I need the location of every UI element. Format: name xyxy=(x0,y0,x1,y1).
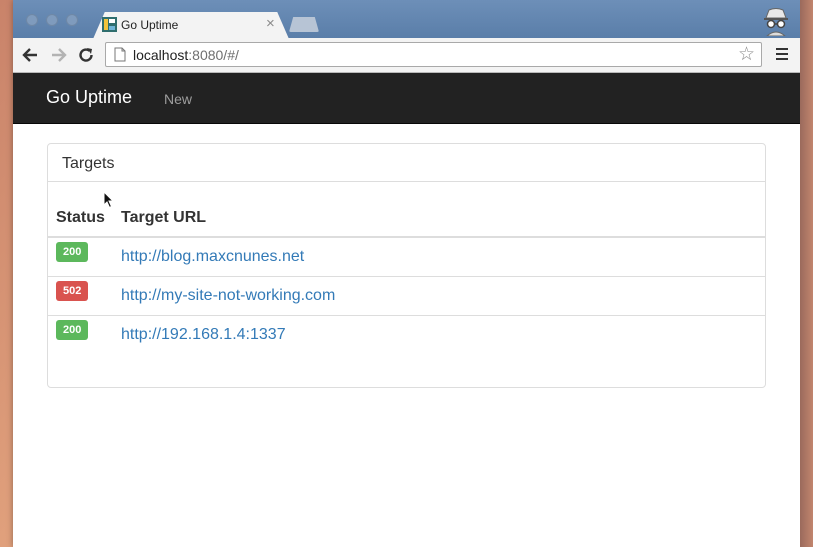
table-header-row: Status Target URL xyxy=(48,199,765,238)
tab-close-icon[interactable]: × xyxy=(266,15,275,33)
app-navbar: Go Uptime New xyxy=(13,73,800,124)
back-arrow-icon[interactable] xyxy=(21,45,41,65)
url-text[interactable]: localhost:8080/#/ xyxy=(133,47,239,63)
url-path: :8080/#/ xyxy=(188,47,239,63)
url-cell: http://blog.maxcnunes.net xyxy=(113,237,765,277)
column-header-target-url: Target URL xyxy=(113,199,765,238)
page-content: Go Uptime New Targets Status Target URL … xyxy=(13,73,800,547)
address-bar[interactable]: localhost:8080/#/ ☆ xyxy=(105,42,762,67)
table-row: 200 http://192.168.1.4:1337 xyxy=(48,315,765,354)
status-badge: 200 xyxy=(56,242,89,262)
zoom-window-button[interactable] xyxy=(66,14,78,26)
target-url-link[interactable]: http://my-site-not-working.com xyxy=(121,287,335,304)
table-row: 200 http://blog.maxcnunes.net xyxy=(48,237,765,277)
status-cell: 200 xyxy=(48,237,113,277)
browser-window: Go Uptime × localhost:8080/#/ ☆ Go Uptim… xyxy=(13,0,800,547)
reload-icon[interactable] xyxy=(76,45,96,65)
url-host: localhost xyxy=(133,47,189,63)
close-window-button[interactable] xyxy=(26,14,38,26)
minimize-window-button[interactable] xyxy=(46,14,58,26)
panel-title: Targets xyxy=(62,155,115,172)
status-badge: 502 xyxy=(56,281,89,301)
status-cell: 200 xyxy=(48,315,113,354)
panel-heading: Targets xyxy=(48,144,765,182)
browser-titlebar: Go Uptime × xyxy=(13,0,800,39)
brand-link[interactable]: Go Uptime xyxy=(46,87,132,108)
browser-toolbar: localhost:8080/#/ ☆ xyxy=(13,38,800,73)
targets-panel: Targets Status Target URL 200 http://blo… xyxy=(47,143,766,388)
forward-arrow-icon[interactable] xyxy=(48,45,68,65)
url-cell: http://my-site-not-working.com xyxy=(113,276,765,316)
new-tab-button[interactable] xyxy=(289,17,319,32)
status-badge: 200 xyxy=(56,320,89,340)
nav-link-new[interactable]: New xyxy=(164,91,192,107)
page-icon xyxy=(114,47,126,62)
go-uptime-favicon-icon xyxy=(102,17,117,32)
mouse-cursor-icon xyxy=(103,191,115,209)
browser-menu-icon[interactable] xyxy=(776,48,788,62)
status-cell: 502 xyxy=(48,276,113,316)
incognito-icon xyxy=(764,8,788,36)
targets-table: Status Target URL 200 http://blog.maxcnu… xyxy=(48,199,765,354)
desktop-background xyxy=(800,0,813,547)
target-url-link[interactable]: http://blog.maxcnunes.net xyxy=(121,248,304,265)
target-url-link[interactable]: http://192.168.1.4:1337 xyxy=(121,326,286,343)
url-cell: http://192.168.1.4:1337 xyxy=(113,315,765,354)
table-row: 502 http://my-site-not-working.com xyxy=(48,276,765,316)
tab-title: Go Uptime xyxy=(121,18,179,32)
bookmark-star-icon[interactable]: ☆ xyxy=(738,44,755,65)
